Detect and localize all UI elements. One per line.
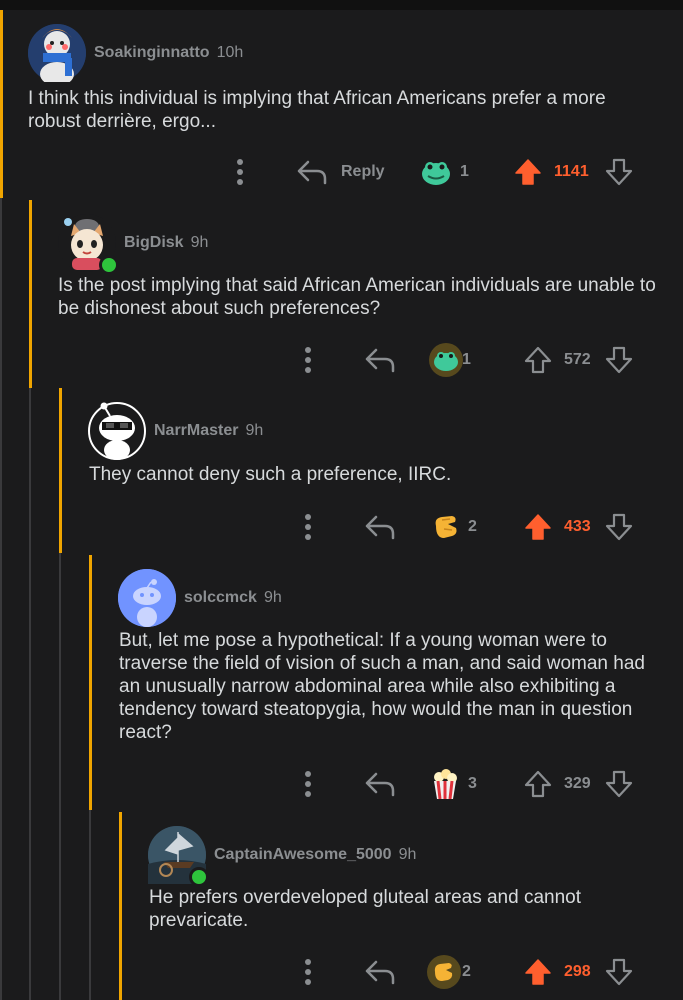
username[interactable]: Soakinginnatto bbox=[94, 44, 210, 62]
comment-actions: 2 433 bbox=[0, 507, 683, 547]
upvote-button[interactable]: 572 bbox=[524, 340, 591, 380]
timestamp: 9h bbox=[263, 589, 282, 606]
awards-button[interactable]: 1 bbox=[426, 340, 471, 380]
comment-actions: 3 329 bbox=[0, 764, 683, 804]
more-options-icon[interactable] bbox=[304, 952, 312, 992]
online-status-dot bbox=[189, 867, 209, 887]
awards-button[interactable]: 2 bbox=[430, 507, 477, 547]
vote-score: 433 bbox=[564, 518, 591, 535]
vote-score: 298 bbox=[564, 963, 591, 980]
timestamp: 10h bbox=[216, 44, 244, 61]
comment-actions: Reply 1 1141 bbox=[0, 152, 683, 192]
vote-score: 1141 bbox=[554, 163, 589, 180]
more-options-icon[interactable] bbox=[236, 152, 244, 192]
downvote-button[interactable] bbox=[605, 952, 633, 992]
timestamp: 9h bbox=[245, 422, 264, 439]
award-count: 1 bbox=[462, 351, 471, 368]
reply-arrow-icon bbox=[365, 348, 395, 373]
upvote-button[interactable]: 329 bbox=[524, 764, 591, 804]
more-options-icon[interactable] bbox=[304, 340, 312, 380]
online-status-dot bbox=[99, 255, 119, 275]
comment-body: I think this individual is implying that… bbox=[28, 88, 606, 132]
downvote-button[interactable] bbox=[605, 152, 633, 192]
timestamp: 9h bbox=[398, 846, 417, 863]
award-count: 3 bbox=[468, 775, 477, 792]
comment-header: CaptainAwesome_5000 9h bbox=[148, 826, 417, 887]
upvote-arrow-icon bbox=[524, 346, 552, 374]
reply-button[interactable] bbox=[365, 764, 395, 804]
avatar[interactable] bbox=[88, 402, 146, 460]
vote-score: 329 bbox=[564, 775, 591, 792]
upvote-button[interactable]: 433 bbox=[524, 507, 591, 547]
glowing-hand-award-icon bbox=[427, 955, 461, 989]
snowman-avatar-icon bbox=[28, 24, 86, 86]
downvote-arrow-icon bbox=[605, 513, 633, 541]
upvote-button[interactable]: 298 bbox=[524, 952, 591, 992]
reply-arrow-icon bbox=[297, 160, 327, 185]
timestamp: 9h bbox=[190, 234, 209, 251]
glowing-frog-award-icon bbox=[429, 343, 463, 377]
reply-button[interactable] bbox=[365, 952, 395, 992]
upvote-button[interactable]: 1141 bbox=[514, 152, 589, 192]
downvote-arrow-icon bbox=[605, 958, 633, 986]
downvote-button[interactable] bbox=[605, 340, 633, 380]
downvote-arrow-icon bbox=[605, 770, 633, 798]
reply-button[interactable]: Reply bbox=[297, 152, 385, 192]
default-snoo-avatar-icon bbox=[118, 569, 176, 627]
award-count: 2 bbox=[468, 518, 477, 535]
upvote-arrow-icon bbox=[525, 959, 551, 985]
comment-header: solccmck 9h bbox=[118, 569, 282, 627]
reply-button[interactable] bbox=[365, 340, 395, 380]
frog-award-icon bbox=[422, 162, 450, 185]
comment-bigdisk: BigDisk 9h Is the post implying that sai… bbox=[0, 200, 683, 388]
award-count: 2 bbox=[462, 963, 471, 980]
reply-arrow-icon bbox=[365, 960, 395, 985]
more-options-icon[interactable] bbox=[304, 764, 312, 804]
comment-header: Soakinginnatto 10h bbox=[28, 24, 244, 86]
comment-captainawesome-5000: CaptainAwesome_5000 9h He prefers overde… bbox=[0, 812, 683, 1000]
downvote-button[interactable] bbox=[605, 507, 633, 547]
upvote-arrow-icon bbox=[524, 770, 552, 798]
reply-label: Reply bbox=[341, 163, 385, 180]
snoo-sunglasses-avatar-icon bbox=[88, 402, 146, 460]
more-options-icon[interactable] bbox=[304, 507, 312, 547]
comment-body: But, let me pose a hypothetical: If a yo… bbox=[119, 630, 645, 743]
comment-actions: 2 298 bbox=[0, 952, 683, 992]
hand-award-icon bbox=[435, 516, 457, 538]
comment-actions: 1 572 bbox=[0, 340, 683, 380]
downvote-arrow-icon bbox=[605, 158, 633, 186]
downvote-button[interactable] bbox=[605, 764, 633, 804]
comment-narrmaster: NarrMaster 9h They cannot deny such a pr… bbox=[0, 388, 683, 555]
username[interactable]: CaptainAwesome_5000 bbox=[214, 846, 392, 864]
comment-body: They cannot deny such a preference, IIRC… bbox=[89, 464, 452, 485]
username[interactable]: NarrMaster bbox=[154, 422, 238, 440]
avatar[interactable] bbox=[148, 826, 209, 887]
username[interactable]: solccmck bbox=[184, 589, 257, 607]
comment-header: BigDisk 9h bbox=[58, 214, 209, 275]
comment-solccmck: solccmck 9h But, let me pose a hypotheti… bbox=[0, 555, 683, 812]
awards-button[interactable]: 2 bbox=[424, 952, 471, 992]
reply-arrow-icon bbox=[365, 515, 395, 540]
vote-score: 572 bbox=[564, 351, 591, 368]
avatar[interactable] bbox=[28, 24, 86, 86]
reply-button[interactable] bbox=[365, 507, 395, 547]
upvote-arrow-icon bbox=[525, 514, 551, 540]
comment-body: Is the post implying that said African A… bbox=[58, 275, 656, 319]
comment-soakinginnatto: Soakinginnatto 10h I think this individu… bbox=[0, 0, 683, 200]
username[interactable]: BigDisk bbox=[124, 234, 184, 252]
comment-body: He prefers overdeveloped gluteal areas a… bbox=[149, 887, 582, 931]
popcorn-award-icon bbox=[434, 769, 457, 800]
awards-button[interactable]: 1 bbox=[420, 152, 469, 192]
comment-header: NarrMaster 9h bbox=[88, 402, 263, 460]
avatar[interactable] bbox=[118, 569, 176, 627]
awards-button[interactable]: 3 bbox=[430, 764, 477, 804]
upvote-arrow-icon bbox=[515, 159, 541, 185]
downvote-arrow-icon bbox=[605, 346, 633, 374]
avatar[interactable] bbox=[58, 214, 119, 275]
reply-arrow-icon bbox=[365, 772, 395, 797]
award-count: 1 bbox=[460, 163, 469, 180]
